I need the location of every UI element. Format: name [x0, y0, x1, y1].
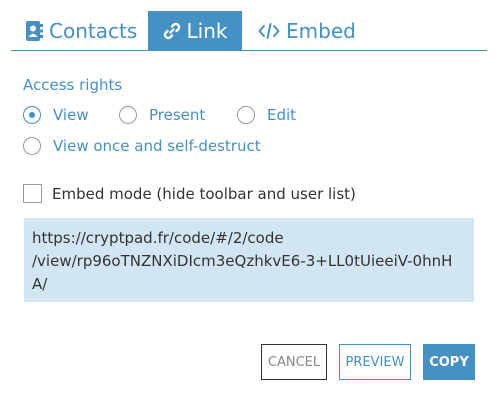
radio-edit-label: Edit — [267, 106, 297, 124]
address-book-icon — [25, 20, 43, 41]
tab-link-label: Link — [186, 18, 228, 43]
radio-view-circle[interactable] — [23, 106, 41, 124]
share-tabs: Contacts Link Embed — [11, 11, 487, 51]
preview-button[interactable]: PREVIEW — [339, 344, 411, 380]
radio-view-label: View — [53, 106, 89, 124]
copy-button[interactable]: COPY — [423, 344, 475, 380]
radio-present-label: Present — [149, 106, 206, 124]
code-icon — [258, 22, 280, 40]
radio-view-once-label: View once and self-destruct — [53, 137, 261, 155]
embed-mode-checkbox[interactable] — [23, 184, 42, 203]
radio-view-once[interactable]: View once and self-destruct — [23, 137, 261, 155]
tab-embed-label: Embed — [286, 18, 356, 43]
radio-view-once-circle[interactable] — [23, 137, 41, 155]
link-icon — [163, 22, 181, 40]
radio-view[interactable]: View — [23, 106, 89, 124]
tab-link[interactable]: Link — [148, 11, 242, 50]
tab-contacts-label: Contacts — [49, 18, 138, 43]
embed-mode-checkbox-row[interactable]: Embed mode (hide toolbar and user list) — [23, 184, 356, 203]
radio-present[interactable]: Present — [119, 106, 205, 124]
embed-mode-label: Embed mode (hide toolbar and user list) — [52, 184, 356, 203]
tab-contacts[interactable]: Contacts — [25, 11, 137, 50]
tab-embed[interactable]: Embed — [258, 11, 356, 50]
access-rights-label: Access rights — [23, 76, 123, 94]
share-link-text[interactable]: https://cryptpad.fr/code/#/2/code /view/… — [24, 218, 474, 302]
radio-edit[interactable]: Edit — [237, 106, 296, 124]
radio-present-circle[interactable] — [119, 106, 137, 124]
cancel-button[interactable]: CANCEL — [261, 344, 327, 380]
radio-edit-circle[interactable] — [237, 106, 255, 124]
